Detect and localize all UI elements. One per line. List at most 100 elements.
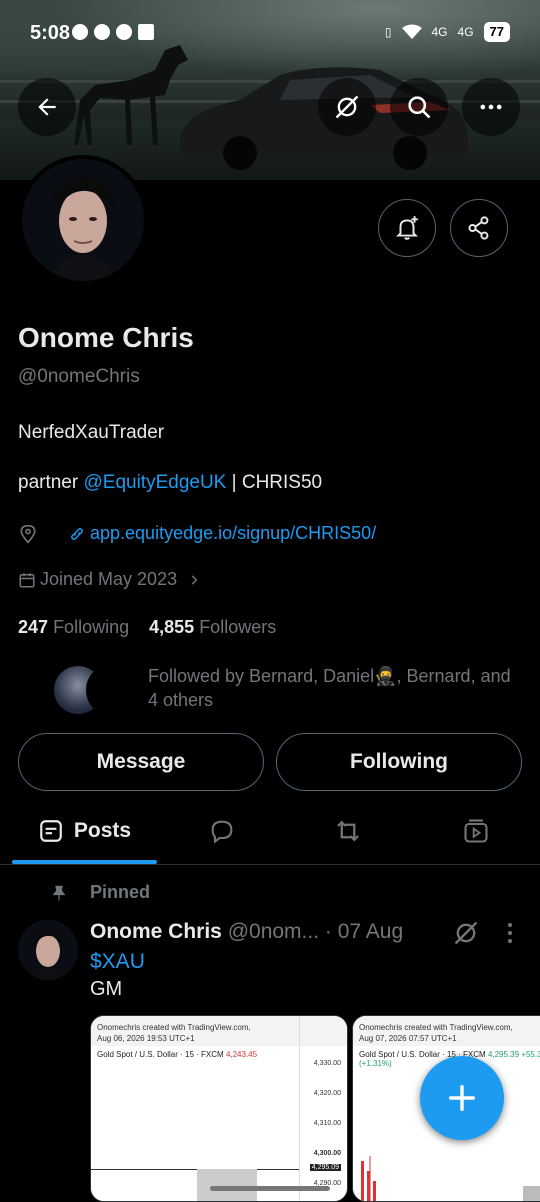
location-row: app.equityedge.io/signup/CHRIS50/ — [18, 523, 376, 544]
wifi-icon — [401, 24, 422, 39]
joined-row[interactable]: Joined May 2023 — [18, 569, 201, 590]
calendar-icon — [19, 572, 35, 587]
post-cashtag[interactable]: $XAU — [90, 950, 145, 974]
post-author-handle[interactable]: @0nom... — [228, 920, 319, 943]
whatsapp-icon — [72, 24, 88, 40]
bio-partner-prefix: partner — [18, 472, 84, 493]
chart-1-symbol: Gold Spot / U.S. Dollar · 15 · FXCM — [97, 1050, 224, 1059]
chart-1-level: 4,295.09 — [309, 1164, 341, 1171]
tab-posts-label: Posts — [73, 819, 132, 842]
chart-1-header: Onomechris created with TradingView.com,… — [91, 1016, 347, 1046]
post-header: Onome Chris @0nom... · 07 Aug — [90, 920, 403, 944]
message-button[interactable]: Message — [18, 733, 264, 791]
telegram-icon — [94, 24, 110, 40]
chart-1-header-line2: Aug 06, 2026 19:53 UTC+1 — [97, 1034, 195, 1043]
bio-partner-suffix: | CHRIS50 — [226, 472, 323, 493]
more-vertical-icon — [508, 923, 512, 943]
more-button[interactable] — [462, 78, 520, 136]
grok-icon — [335, 95, 359, 119]
search-button[interactable] — [390, 78, 448, 136]
back-button[interactable] — [18, 78, 76, 136]
followers-stat[interactable]: 4,855 Followers — [149, 617, 276, 637]
chart-2-price: 4,295.39 — [487, 1050, 520, 1059]
notification-icons — [72, 24, 154, 40]
plus-icon — [448, 1084, 476, 1112]
chart-2-header: Onomechris created with TradingView.com,… — [353, 1016, 540, 1046]
arrow-left-icon — [38, 98, 56, 116]
followers-label: Followers — [199, 617, 277, 637]
system-status: ▯ 4G 4G 77 — [385, 22, 510, 42]
profile-link[interactable]: app.equityedge.io/signup/CHRIS50/ — [90, 523, 376, 544]
vibrate-icon: ▯ — [384, 25, 392, 39]
profile-avatar[interactable] — [18, 155, 148, 285]
share-button[interactable] — [450, 199, 508, 257]
following-stat[interactable]: 247 Following — [18, 617, 129, 637]
avatar-portrait — [22, 159, 144, 281]
reply-icon — [211, 820, 233, 844]
chart-1-price-line — [91, 1169, 299, 1170]
location-pin-icon — [20, 524, 36, 544]
chart-1-level: 4,330.00 — [313, 1060, 341, 1067]
post-more-button[interactable] — [500, 920, 520, 951]
joined-date: Joined May 2023 — [40, 569, 178, 589]
profile-name: Onome Chris — [18, 322, 194, 353]
compose-post-button[interactable] — [420, 1056, 504, 1140]
following-label: Following — [53, 617, 130, 637]
tab-replies[interactable] — [172, 798, 272, 864]
repost-icon — [337, 820, 359, 842]
following-button[interactable]: Following — [276, 733, 522, 791]
follower-avatar — [86, 664, 138, 716]
profile-tabs: Posts — [0, 798, 540, 865]
chat-icon — [116, 24, 132, 40]
post-image-chart-1[interactable]: Onomechris created with TradingView.com,… — [90, 1015, 348, 1202]
post-author-avatar[interactable] — [18, 920, 78, 980]
chart-1-shaded-zone — [197, 1169, 257, 1201]
chart-2-header-line2: Aug 07, 2026 07:57 UTC+1 — [359, 1034, 457, 1043]
followed-by-text[interactable]: Followed by Bernard, Daniel🥷, Bernard, a… — [148, 664, 518, 712]
grok-icon — [454, 921, 478, 945]
pinned-label: Pinned — [90, 882, 151, 902]
chart-1-title: Gold Spot / U.S. Dollar · 15 · FXCM 4,24… — [91, 1046, 347, 1063]
post-date[interactable]: · 07 Aug — [325, 920, 403, 943]
followers-count: 4,855 — [149, 617, 195, 637]
active-tab-indicator — [12, 860, 157, 864]
more-horizontal-icon — [480, 104, 502, 110]
post-author-name[interactable]: Onome Chris — [90, 920, 222, 943]
link-icon — [71, 527, 83, 540]
chart-1-canvas: Onomechris created with TradingView.com,… — [91, 1016, 347, 1201]
signal-1-label: 4G — [431, 25, 448, 39]
post-avatar-portrait — [18, 920, 78, 980]
battery-indicator: 77 — [483, 22, 510, 42]
bell-plus-icon — [395, 216, 419, 240]
post-text: GM — [90, 978, 123, 1000]
home-indicator[interactable] — [210, 1186, 330, 1191]
posts-icon — [40, 820, 62, 842]
media-icon — [464, 819, 488, 843]
share-icon — [468, 216, 489, 240]
pinned-label-row: Pinned — [50, 882, 150, 903]
grok-button[interactable] — [318, 78, 376, 136]
chart-2-header-line1: Onomechris created with TradingView.com, — [359, 1023, 513, 1032]
status-bar: 5:08 ▯ 4G 4G 77 — [0, 0, 540, 64]
bio-line-2: partner @EquityEdgeUK | CHRIS50 — [18, 472, 322, 494]
tab-media[interactable] — [426, 798, 526, 864]
bio-line-1: NerfedXauTrader — [18, 422, 165, 443]
chart-2-candles — [361, 1156, 540, 1201]
bio-mention-link[interactable]: @EquityEdgeUK — [83, 472, 226, 493]
chart-1-level: 4,310.00 — [313, 1120, 341, 1127]
tab-reposts[interactable] — [298, 798, 398, 864]
profile-handle: @0nomeChris — [18, 366, 140, 387]
follow-stats: 247 Following 4,855 Followers — [18, 617, 276, 638]
following-count: 247 — [18, 617, 49, 637]
chart-1-price: 4,243.45 — [225, 1050, 258, 1059]
pin-icon — [52, 885, 66, 900]
tab-posts[interactable]: Posts — [12, 798, 157, 864]
post-grok-button[interactable] — [452, 919, 480, 952]
status-time: 5:08 — [30, 22, 71, 44]
chart-1-level: 4,300.00 — [313, 1150, 341, 1157]
chart-1-header-line1: Onomechris created with TradingView.com, — [97, 1023, 251, 1032]
notifications-button[interactable] — [378, 199, 436, 257]
chevron-right-icon — [191, 574, 198, 585]
search-icon — [408, 96, 431, 119]
chart-1-level: 4,320.00 — [313, 1090, 341, 1097]
